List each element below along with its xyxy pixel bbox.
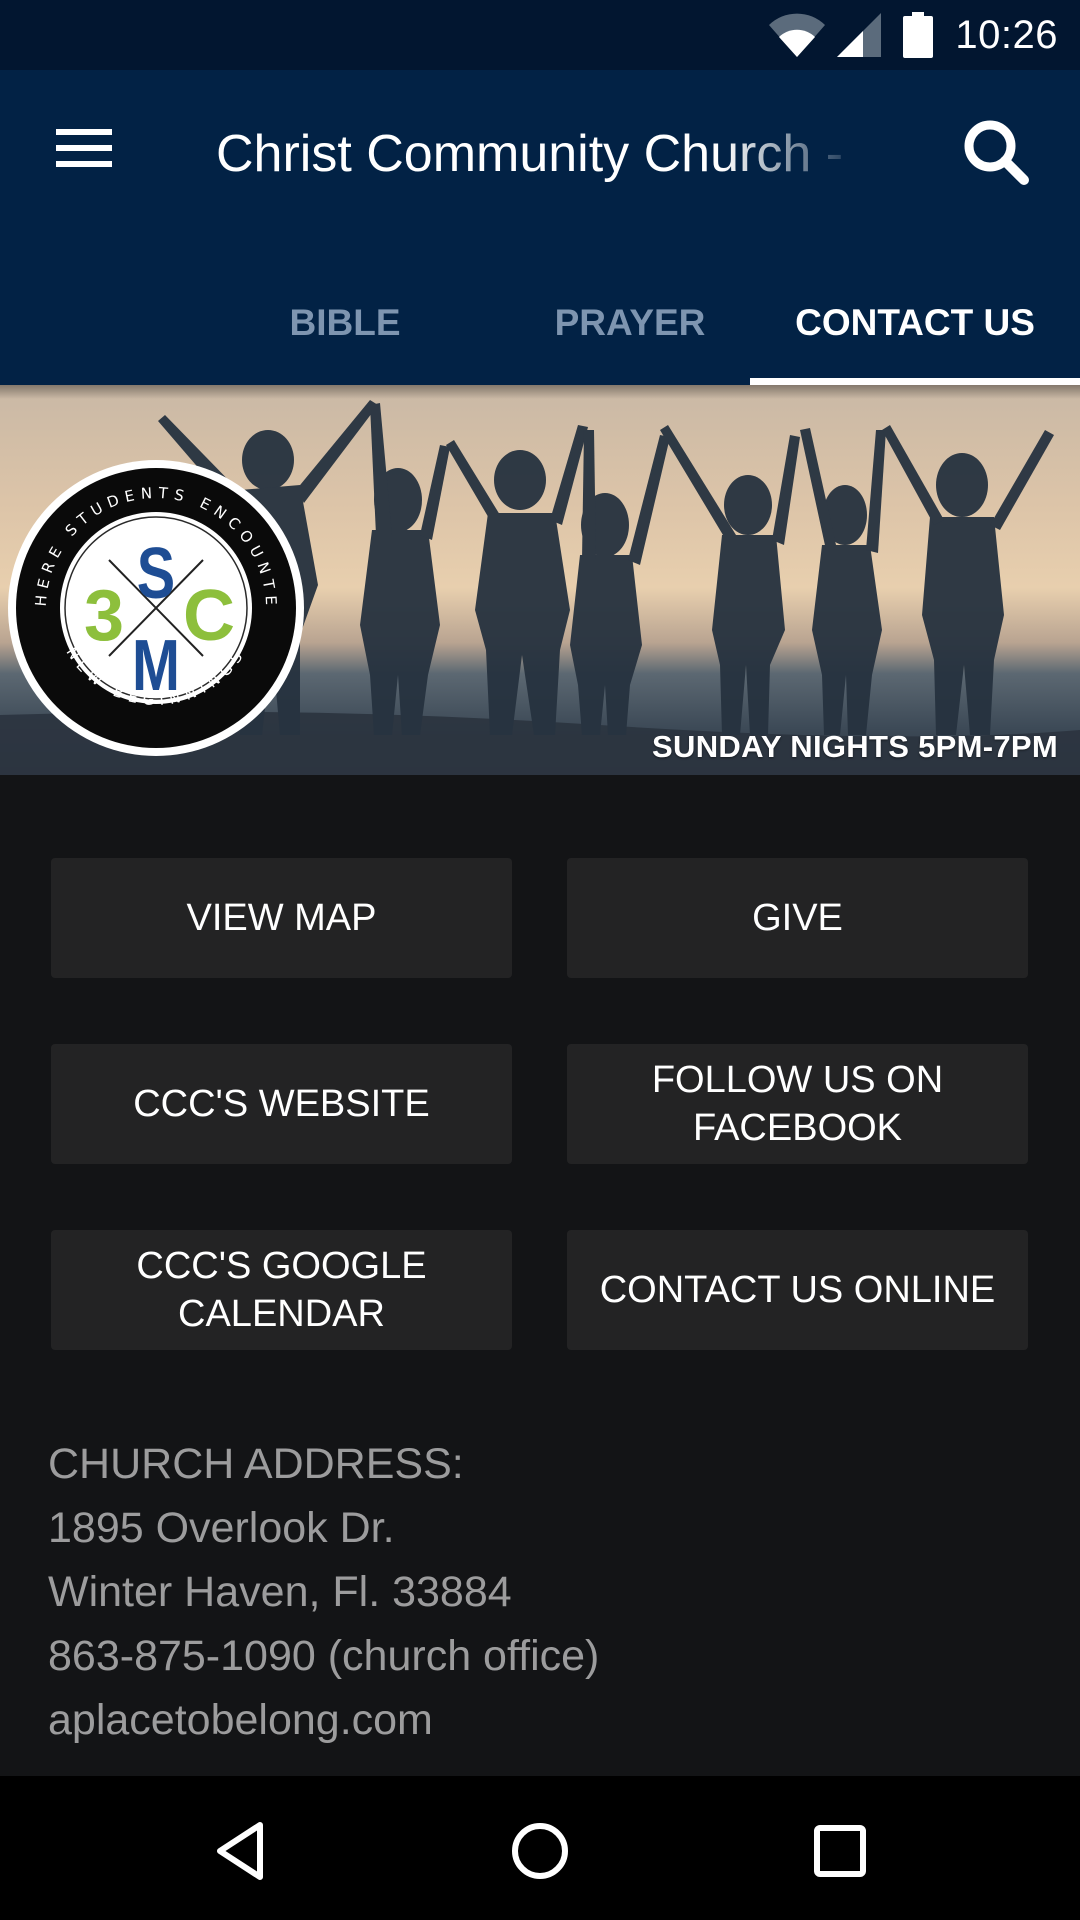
address-phone[interactable]: 863-875-1090 (church office) (48, 1624, 599, 1688)
banner-caption: SUNDAY NIGHTS 5PM-7PM (652, 729, 1058, 764)
logo-letter-m: M (132, 625, 180, 706)
app-bar: Christ Community Church - BIBLE PRAYER C… (0, 70, 1080, 385)
cell-signal-icon (837, 13, 882, 57)
menu-line (56, 145, 112, 151)
banner-top-shadow (0, 385, 1080, 399)
search-icon[interactable] (958, 114, 1034, 190)
hamburger-menu-icon[interactable] (38, 108, 130, 188)
back-button[interactable] (180, 1806, 300, 1896)
contact-us-online-button[interactable]: CONTACT US ONLINE (567, 1230, 1028, 1350)
address-heading: CHURCH ADDRESS: (48, 1440, 464, 1488)
sm3c-logo-badge: WHERE STUDENTS ENCOUNTER NEW BEGINNINGS … (6, 458, 304, 756)
menu-line (56, 161, 112, 167)
logo-letter-c: C (183, 576, 235, 656)
app-title: Christ Community Church - (216, 125, 844, 183)
church-address: CHURCH ADDRESS: 1895 Overlook Dr. Winter… (48, 1432, 599, 1752)
recents-icon (814, 1825, 866, 1877)
tab-prayer[interactable]: PRAYER (510, 260, 750, 385)
tab-contact-us-label: CONTACT US (795, 301, 1035, 343)
home-button[interactable] (480, 1806, 600, 1896)
address-street: 1895 Overlook Dr. (48, 1504, 395, 1552)
recents-button[interactable] (780, 1806, 900, 1896)
status-icons: 10:26 (769, 0, 1058, 70)
status-time: 10:26 (955, 12, 1058, 57)
wifi-icon (769, 13, 826, 57)
tab-bible[interactable]: BIBLE (180, 260, 510, 385)
view-map-button[interactable]: VIEW MAP (51, 858, 512, 978)
tab-bible-label: BIBLE (289, 301, 401, 343)
website-button[interactable]: CCC'S WEBSITE (51, 1044, 512, 1164)
give-button[interactable]: GIVE (567, 858, 1028, 978)
tab-hidden[interactable] (0, 260, 180, 385)
event-banner[interactable]: WHERE STUDENTS ENCOUNTER NEW BEGINNINGS … (0, 385, 1080, 775)
back-icon (217, 1822, 263, 1880)
logo-letter-3: 3 (84, 576, 124, 656)
tab-prayer-label: PRAYER (554, 301, 706, 343)
home-icon (512, 1823, 568, 1879)
status-bar: 10:26 (0, 0, 1080, 70)
google-calendar-button[interactable]: CCC'S GOOGLE CALENDAR (51, 1230, 512, 1350)
tab-contact-us[interactable]: CONTACT US (750, 260, 1080, 385)
menu-line (56, 129, 112, 135)
tab-bar: BIBLE PRAYER CONTACT US (0, 260, 1080, 385)
address-website[interactable]: aplacetobelong.com (48, 1688, 599, 1752)
system-nav-bar (0, 1776, 1080, 1920)
logo-letter-s: S (137, 533, 175, 614)
facebook-button[interactable]: FOLLOW US ON FACEBOOK (567, 1044, 1028, 1164)
address-city: Winter Haven, Fl. 33884 (48, 1568, 512, 1616)
battery-icon (903, 12, 934, 58)
active-tab-indicator (750, 378, 1080, 385)
